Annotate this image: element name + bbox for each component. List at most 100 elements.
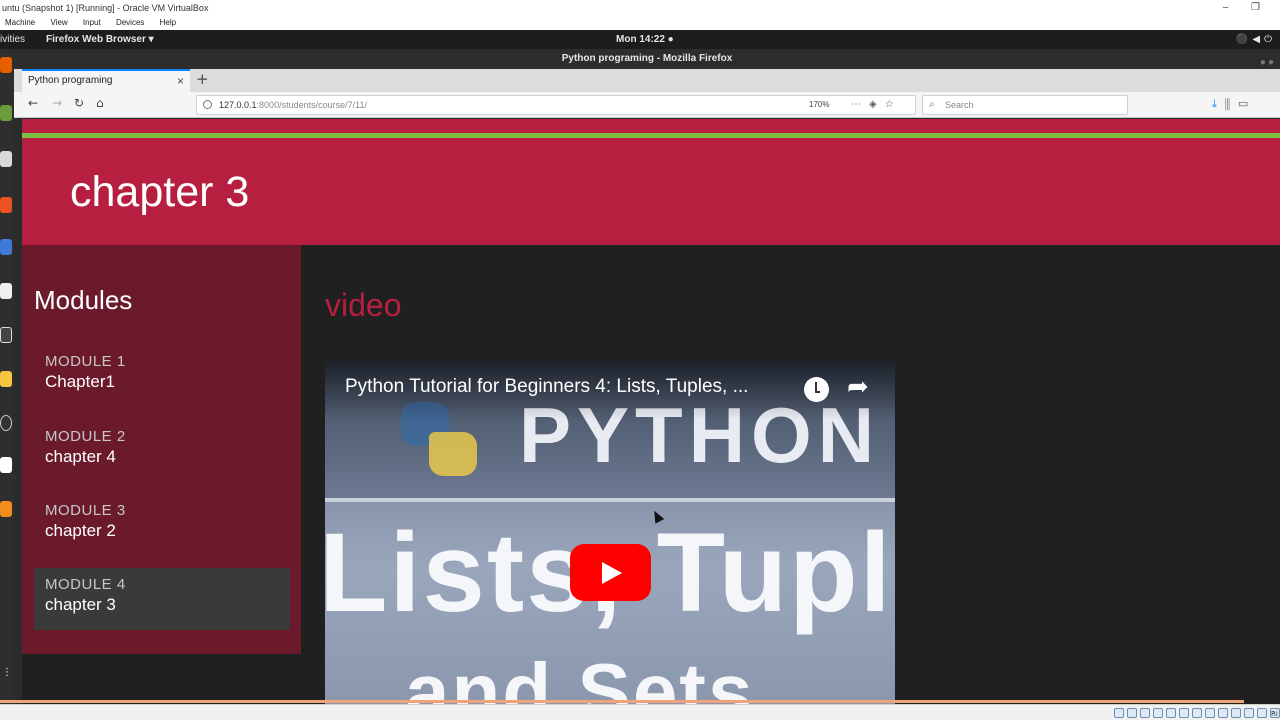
volume-icon: ◀ [1252,34,1265,45]
terminal-dock-icon[interactable] [0,327,12,343]
menu-view[interactable]: View [50,18,67,27]
watch-later-icon[interactable] [804,377,829,402]
virtualbox-statusbar: Ri [0,704,1280,720]
search-icon: ⌕ [929,99,935,110]
menu-input[interactable]: Input [83,18,101,27]
url-path: :8000/students/course/7/11/ [256,100,367,110]
text-editor-dock-icon[interactable] [0,371,12,387]
firefox-titlebar: Python programing - Mozilla Firefox ●● [14,49,1280,69]
bookmark-star-icon[interactable]: ☆ [885,99,902,110]
gnome-top-panel: ivities Firefox Web Browser ▾ Mon 14:22 … [0,30,1280,49]
cpu-icon[interactable] [1231,708,1241,718]
firefox-dock-icon[interactable] [0,57,12,73]
search-placeholder: Search [945,100,974,110]
video-capture-icon[interactable] [1205,708,1215,718]
url-bar[interactable]: 127.0.0.1:8000/students/course/7/11/ 170… [196,95,916,115]
harddisk-icon[interactable] [1114,708,1124,718]
sublime-dock-icon[interactable] [0,501,12,517]
search-input[interactable]: ⌕ Search [922,95,1128,115]
usb-icon[interactable] [1166,708,1176,718]
new-tab-icon[interactable]: + [196,70,209,88]
show-apps-icon[interactable]: ⋮ [2,668,12,685]
system-tray[interactable]: ⚫◀⏻ [1236,30,1276,49]
files-dock-icon[interactable] [0,151,12,167]
power-icon: ⏻ [1264,34,1276,45]
status-icons: Ri [1114,708,1280,718]
module-item-3[interactable]: MODULE 3 chapter 2 [34,494,290,556]
downloads-icon[interactable]: ⤓ [1212,97,1225,110]
library-icon[interactable]: ⫼ [1225,97,1238,110]
site-navbar [22,119,1280,133]
window-controls: – ❐ [1203,0,1260,16]
module-name: chapter 3 [45,595,116,614]
close-tab-icon[interactable]: × [177,71,184,91]
chapter-title: chapter 3 [70,168,250,216]
section-heading: video [325,287,402,323]
tab-python-programing[interactable]: Python programing × [22,69,190,92]
network-icon: ⚫ [1235,34,1253,45]
url-host: 127.0.0.1 [219,100,257,110]
thunderbird-dock-icon[interactable] [0,105,12,121]
modules-heading: Modules [34,285,133,315]
thumbnail-text-sets: and Sets [405,647,755,704]
backup-dock-icon[interactable] [0,415,12,431]
youtube-embed[interactable]: PYTHON Lists, Tuples, and Sets Python Tu… [325,360,895,704]
app-menu[interactable]: Firefox Web Browser ▾ [46,30,154,49]
ubuntu-dock: ⋮ [0,49,14,704]
page-actions: ⋯◈☆ [851,96,902,114]
page-content: chapter 3 Modules MODULE 1 Chapter1 MODU… [22,119,1280,704]
sidebar-toggle-icon[interactable]: ▭ [1238,97,1256,110]
network-adapter-icon[interactable] [1153,708,1163,718]
activities-button[interactable]: ivities [0,30,25,49]
menu-machine[interactable]: Machine [5,18,35,27]
amazon-dock-icon[interactable] [0,283,12,299]
mouse-integration-icon[interactable] [1218,708,1228,718]
module-label: MODULE 1 [45,353,126,370]
module-label: MODULE 3 [45,502,126,519]
video-title[interactable]: Python Tutorial for Beginners 4: Lists, … [345,376,748,398]
navigation-toolbar: ← → ↻ ⌂ 127.0.0.1:8000/students/course/7… [14,92,1280,118]
virtualbox-menubar: Machine View Input Devices Help [0,16,1280,30]
host-key-label: Ri [1270,708,1280,718]
optical-drive-icon[interactable] [1127,708,1137,718]
back-icon[interactable]: ← [28,96,38,110]
display-icon[interactable] [1192,708,1202,718]
help-dock-icon[interactable] [0,239,12,255]
module-item-1[interactable]: MODULE 1 Chapter1 [34,345,290,407]
virtualbox-titlebar: untu (Snapshot 1) [Running] - Oracle VM … [0,0,1280,16]
menu-help[interactable]: Help [160,18,176,27]
modules-sidebar: Modules MODULE 1 Chapter1 MODULE 2 chapt… [22,245,301,654]
virtualbox-title: untu (Snapshot 1) [Running] - Oracle VM … [2,3,209,13]
pocket-icon[interactable]: ◈ [869,99,885,110]
forward-icon[interactable]: → [52,96,62,110]
audio-icon[interactable] [1140,708,1150,718]
reload-icon[interactable]: ↻ [74,96,84,110]
module-name: chapter 2 [45,521,116,540]
menu-devices[interactable]: Devices [116,18,144,27]
host-key-icon[interactable] [1257,708,1267,718]
software-dock-icon[interactable] [0,197,12,213]
tab-strip: Python programing × + [14,69,1280,92]
thumbnail-divider [325,498,895,502]
play-button[interactable] [570,544,651,601]
toolbar-right-icons: ⤓⫼▭ [1212,97,1256,111]
chapter-hero: chapter 3 [22,138,1280,245]
site-info-icon[interactable] [203,100,212,109]
keyboard-icon[interactable] [1244,708,1254,718]
module-item-4[interactable]: MODULE 4 chapter 3 [34,568,290,630]
share-icon[interactable]: ➦ [847,372,869,402]
tab-title: Python programing [28,75,113,86]
module-name: Chapter1 [45,372,115,391]
module-name: chapter 4 [45,447,116,466]
clock[interactable]: Mon 14:22 ● [616,30,674,49]
module-item-2[interactable]: MODULE 2 chapter 4 [34,420,290,482]
calendar-dock-icon[interactable] [0,457,12,473]
zoom-indicator[interactable]: 170% [809,96,829,114]
window-title: Python programing - Mozilla Firefox [561,53,733,64]
page-actions-menu-icon[interactable]: ⋯ [851,99,869,110]
module-label: MODULE 4 [45,576,126,593]
home-icon[interactable]: ⌂ [96,96,104,110]
shared-folders-icon[interactable] [1179,708,1189,718]
minimize-icon[interactable]: – [1223,2,1229,13]
restore-icon[interactable]: ❐ [1251,2,1260,13]
